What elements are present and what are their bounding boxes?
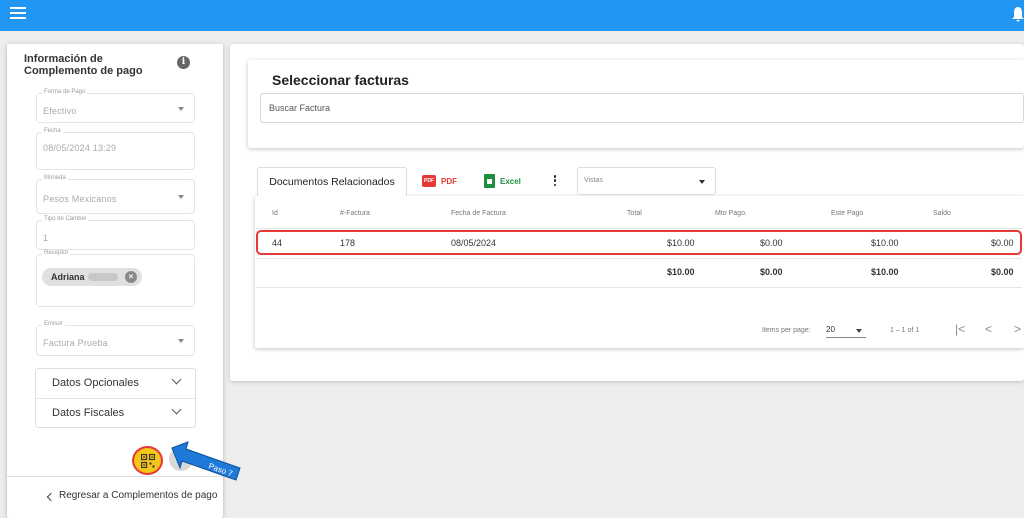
invoice-search-input[interactable] — [261, 94, 1023, 122]
field-label: Moneda — [42, 175, 68, 181]
sidebar-title: Información de Complemento de pago — [24, 53, 143, 77]
total-total: $10.00 — [667, 267, 695, 277]
dropdown-caret-icon — [178, 107, 184, 111]
views-select[interactable]: Vistas — [577, 167, 716, 195]
chevron-down-icon — [171, 404, 182, 415]
select-invoices-card: Seleccionar facturas — [248, 60, 1024, 148]
items-per-page-label: Items per page: — [762, 327, 811, 334]
excel-label: Excel — [500, 177, 521, 186]
receptor-field[interactable]: Receptor Adriana × — [36, 250, 195, 307]
field-label: Tipo de Cambio — [42, 216, 89, 222]
notification-bell-icon[interactable] — [1012, 6, 1024, 22]
moneda-select[interactable]: Moneda Pesos Mexicanos — [36, 175, 195, 214]
forma-de-pago-select[interactable]: Forma de Pago Efectivo — [36, 89, 195, 123]
qr-code-icon — [141, 454, 155, 468]
column-header-id[interactable]: Id — [272, 210, 278, 217]
column-header-este-pago[interactable]: Este Pago — [831, 210, 863, 217]
field-value: Efectivo — [43, 106, 77, 116]
dropdown-caret-icon — [178, 195, 184, 199]
divider — [256, 287, 1022, 288]
tab-documentos-relacionados[interactable]: Documentos Relacionados — [257, 167, 407, 196]
redacted-text — [88, 273, 118, 281]
field-value: 08/05/2024 13:29 — [43, 143, 117, 153]
column-header-factura[interactable]: #-Factura — [340, 210, 370, 217]
cell-total: $10.00 — [667, 238, 695, 248]
accordion: Datos Opcionales Datos Fiscales — [35, 368, 196, 428]
step-annotation-arrow: Paso 7 — [171, 441, 241, 481]
total-mto-pago: $0.00 — [760, 267, 783, 277]
field-value: 1 — [43, 233, 49, 243]
chevron-left-icon[interactable] — [46, 492, 56, 502]
field-label: Emisor — [42, 321, 65, 327]
excel-icon — [484, 174, 495, 188]
fecha-field[interactable]: Fecha 08/05/2024 13:29 — [36, 128, 195, 170]
cell-saldo: $0.00 — [991, 238, 1014, 248]
cell-factura: 178 — [340, 238, 356, 248]
related-documents-table-card — [255, 196, 1024, 348]
card-title: Seleccionar facturas — [272, 72, 409, 88]
table-row[interactable] — [256, 230, 1022, 255]
column-header-mto-pago[interactable]: Mto Pago. — [715, 210, 747, 217]
field-value: Pesos Mexicanos — [43, 194, 117, 204]
field-label: Fecha — [42, 128, 63, 134]
column-header-total[interactable]: Total — [627, 210, 642, 217]
chip-label: Adriana — [51, 272, 85, 282]
qr-code-button[interactable] — [132, 446, 163, 475]
receptor-chip[interactable]: Adriana × — [42, 268, 142, 286]
page-size-select[interactable]: 20 — [826, 325, 866, 338]
panel-label: Datos Opcionales — [52, 377, 139, 389]
back-to-complements-link[interactable]: Regresar a Complementos de pago — [59, 490, 217, 501]
top-app-bar — [0, 0, 1024, 31]
invoice-search-box[interactable] — [260, 93, 1024, 123]
datos-opcionales-panel[interactable]: Datos Opcionales — [36, 369, 195, 398]
field-value: Factura Prueba — [43, 338, 108, 348]
more-options-icon[interactable] — [552, 175, 558, 189]
cell-este-pago: $10.00 — [871, 238, 899, 248]
total-saldo: $0.00 — [991, 267, 1014, 277]
field-label: Forma de Pago — [42, 89, 88, 95]
chevron-down-icon — [171, 374, 182, 385]
emisor-select[interactable]: Emisor Factura Prueba — [36, 321, 195, 356]
chip-remove-icon[interactable]: × — [125, 271, 137, 283]
total-este-pago: $10.00 — [871, 267, 899, 277]
first-page-icon[interactable]: |< — [955, 322, 965, 336]
datos-fiscales-panel[interactable]: Datos Fiscales — [36, 399, 195, 428]
column-header-saldo[interactable]: Saldo — [933, 210, 951, 217]
page-range-label: 1 – 1 of 1 — [890, 327, 920, 334]
dropdown-caret-icon — [699, 180, 705, 184]
column-header-fecha[interactable]: Fecha de Factura — [451, 210, 506, 217]
pdf-icon: PDF — [422, 175, 436, 187]
panel-label: Datos Fiscales — [52, 407, 125, 419]
page-size-value: 20 — [826, 325, 835, 334]
divider — [256, 228, 1022, 229]
dropdown-caret-icon — [856, 329, 862, 333]
hamburger-menu-icon[interactable] — [10, 7, 26, 21]
cell-id: 44 — [272, 238, 283, 248]
dropdown-caret-icon — [178, 339, 184, 343]
pdf-label: PDF — [441, 177, 457, 186]
cell-fecha: 08/05/2024 — [451, 238, 497, 248]
next-page-icon[interactable]: > — [1014, 322, 1021, 336]
field-label: Receptor — [42, 250, 71, 256]
divider — [256, 258, 1022, 259]
tipo-de-cambio-field[interactable]: Tipo de Cambio 1 — [36, 216, 195, 250]
views-label: Vistas — [584, 177, 603, 184]
cell-mto-pago: $0.00 — [760, 238, 783, 248]
previous-page-icon[interactable]: < — [985, 322, 992, 336]
info-icon[interactable]: i — [177, 56, 190, 69]
